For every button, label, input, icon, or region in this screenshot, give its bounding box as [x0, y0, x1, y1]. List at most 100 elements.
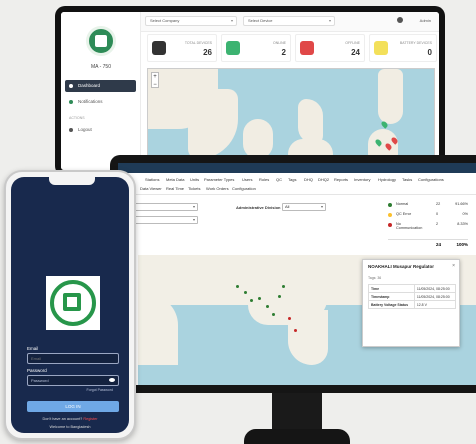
company-select[interactable]: Select Company ▾ [145, 16, 237, 26]
station-marker[interactable] [266, 305, 269, 308]
sidebar-item-dashboard[interactable]: Dashboard [65, 80, 136, 92]
subtab-work-orders[interactable]: Work Orders [206, 186, 229, 191]
sidebar-item-logout[interactable]: Logout [65, 124, 136, 136]
station-marker[interactable] [282, 285, 285, 288]
email-field[interactable] [27, 353, 119, 364]
app-header [118, 163, 476, 173]
subtab-data-viewer[interactable]: Data Viewer [140, 186, 162, 191]
device-icon [152, 41, 166, 55]
chevron-down-icon: ▾ [320, 204, 323, 209]
station-marker[interactable] [288, 317, 291, 320]
notification-icon [69, 100, 73, 104]
card-total-devices: TOTAL DEVICES 26 [147, 34, 217, 62]
laptop-screen: MA - 750 Dashboard Notifications ACTIONS… [55, 6, 445, 176]
phone-notch [49, 177, 95, 185]
subtab-configuration[interactable]: Configuration [232, 186, 256, 191]
popup-subtitle: Tags: 36 [368, 276, 382, 280]
admin-division-select[interactable]: All ▾ [282, 203, 326, 211]
organization-logo [46, 276, 100, 330]
station-marker[interactable] [244, 291, 247, 294]
card-online: ONLINE 2 [221, 34, 291, 62]
online-icon [226, 41, 240, 55]
legend-qc-error: QC Error 0 0% [388, 211, 468, 221]
tab-hydrology[interactable]: Hydrology [378, 177, 396, 182]
popup-table: Time 11/05/2024, 08:25:00 Timestamp 11/05/… [368, 284, 457, 309]
table-row: Timestamp 11/05/2024, 08:25:00 [368, 292, 457, 301]
brand-logo [86, 26, 116, 56]
tab-units[interactable]: Units [190, 177, 199, 182]
tab-tags[interactable]: Tags [288, 177, 296, 182]
sidebar: MA - 750 Dashboard Notifications ACTIONS… [61, 12, 141, 170]
station-marker[interactable] [278, 295, 281, 298]
station-marker[interactable] [294, 329, 297, 332]
station-marker[interactable] [236, 285, 239, 288]
status-dot [388, 223, 392, 227]
phone-login-screen: Email Password Password Forgot Password … [11, 177, 129, 433]
subtab-real-time[interactable]: Real Time [166, 186, 184, 191]
tab-dhq[interactable]: DHQ [304, 177, 313, 182]
status-legend: Normal 22 91.66% QC Error 0 0% No Commun… [388, 201, 468, 235]
tab-parameter-types[interactable]: Parameter Types [204, 177, 234, 182]
sidebar-item-notifications[interactable]: Notifications [65, 96, 136, 108]
monitor-base [244, 429, 350, 444]
laptop-dashboard: MA - 750 Dashboard Notifications ACTIONS… [61, 12, 439, 170]
station-popup: NOAKHALI Musapur Regulator × Tags: 36 Ti… [362, 259, 460, 347]
forgot-password-link[interactable]: Forgot Password [87, 388, 113, 392]
tab-configurations[interactable]: Configurations [418, 177, 444, 182]
tab-reports[interactable]: Reports [334, 177, 348, 182]
station-marker[interactable] [272, 313, 275, 316]
dashboard-icon [69, 84, 73, 88]
tab-stations[interactable]: Stations [145, 177, 159, 182]
main-menu: Stations Meta Data Units Parameter Types… [118, 173, 476, 195]
register-link[interactable]: Register [83, 417, 97, 421]
station-marker[interactable] [258, 297, 261, 300]
tab-qc[interactable]: QC [276, 177, 282, 182]
tab-tasks[interactable]: Tasks [402, 177, 412, 182]
tab-dhq2[interactable]: DHQ2 [318, 177, 329, 182]
logout-icon [69, 128, 73, 132]
login-button[interactable]: LOG IN [27, 401, 119, 412]
chevron-down-icon: ▾ [230, 18, 233, 23]
device-map[interactable]: + − [147, 68, 435, 166]
top-bar: Select Company ▾ Select Device ▾ Admin [141, 12, 439, 32]
card-battery-devices: BATTERY DEVICES 0 [369, 34, 437, 62]
table-row: Time 11/05/2024, 08:25:00 [368, 284, 457, 293]
subtab-tickets[interactable]: Tickets [188, 186, 201, 191]
legend-total: 24 100% [388, 239, 468, 247]
eye-icon[interactable] [109, 378, 115, 382]
password-field[interactable]: Password [27, 375, 119, 386]
chevron-down-icon: ▾ [192, 204, 195, 209]
brand-name: MA - 750 [90, 64, 111, 70]
table-row: Battery Voltage Status 12.8 V [368, 300, 457, 309]
chevron-down-icon: ▾ [192, 217, 195, 222]
legend-normal: Normal 22 91.66% [388, 201, 468, 211]
tab-inventory[interactable]: Inventory [354, 177, 370, 182]
offline-icon [300, 41, 314, 55]
status-dot [388, 213, 392, 217]
legend-no-communication: No Communication 2 8.33% [388, 221, 468, 235]
settings-icon[interactable] [397, 17, 403, 23]
welcome-text: Welcome to Bangladesh [49, 425, 91, 429]
monitor-stand [272, 393, 322, 433]
user-menu[interactable]: Admin [420, 18, 431, 23]
tab-meta-data[interactable]: Meta Data [166, 177, 184, 182]
phone: Email Password Password Forgot Password … [4, 170, 136, 440]
tab-users[interactable]: Users [242, 177, 252, 182]
station-marker[interactable] [250, 299, 253, 302]
monitor-dashboard: Stations Meta Data Units Parameter Types… [118, 163, 476, 385]
close-icon[interactable]: × [452, 263, 455, 269]
zoom-control[interactable]: + − [151, 72, 159, 88]
admin-division-label: Administrative Division [236, 205, 281, 210]
status-dot [388, 203, 392, 207]
tab-roles[interactable]: Roles [259, 177, 269, 182]
popup-title: NOAKHALI Musapur Regulator [368, 264, 435, 269]
register-prompt: Don't have an account? Register [42, 417, 98, 421]
chevron-down-icon: ▾ [328, 18, 331, 23]
email-label: Email [27, 346, 39, 351]
card-offline: OFFLINE 24 [295, 34, 365, 62]
monitor-screen: Stations Meta Data Units Parameter Types… [110, 155, 476, 393]
sidebar-section-label: ACTIONS [69, 116, 85, 120]
password-label: Password [27, 368, 47, 373]
battery-icon [374, 41, 388, 55]
device-select[interactable]: Select Device ▾ [243, 16, 335, 26]
